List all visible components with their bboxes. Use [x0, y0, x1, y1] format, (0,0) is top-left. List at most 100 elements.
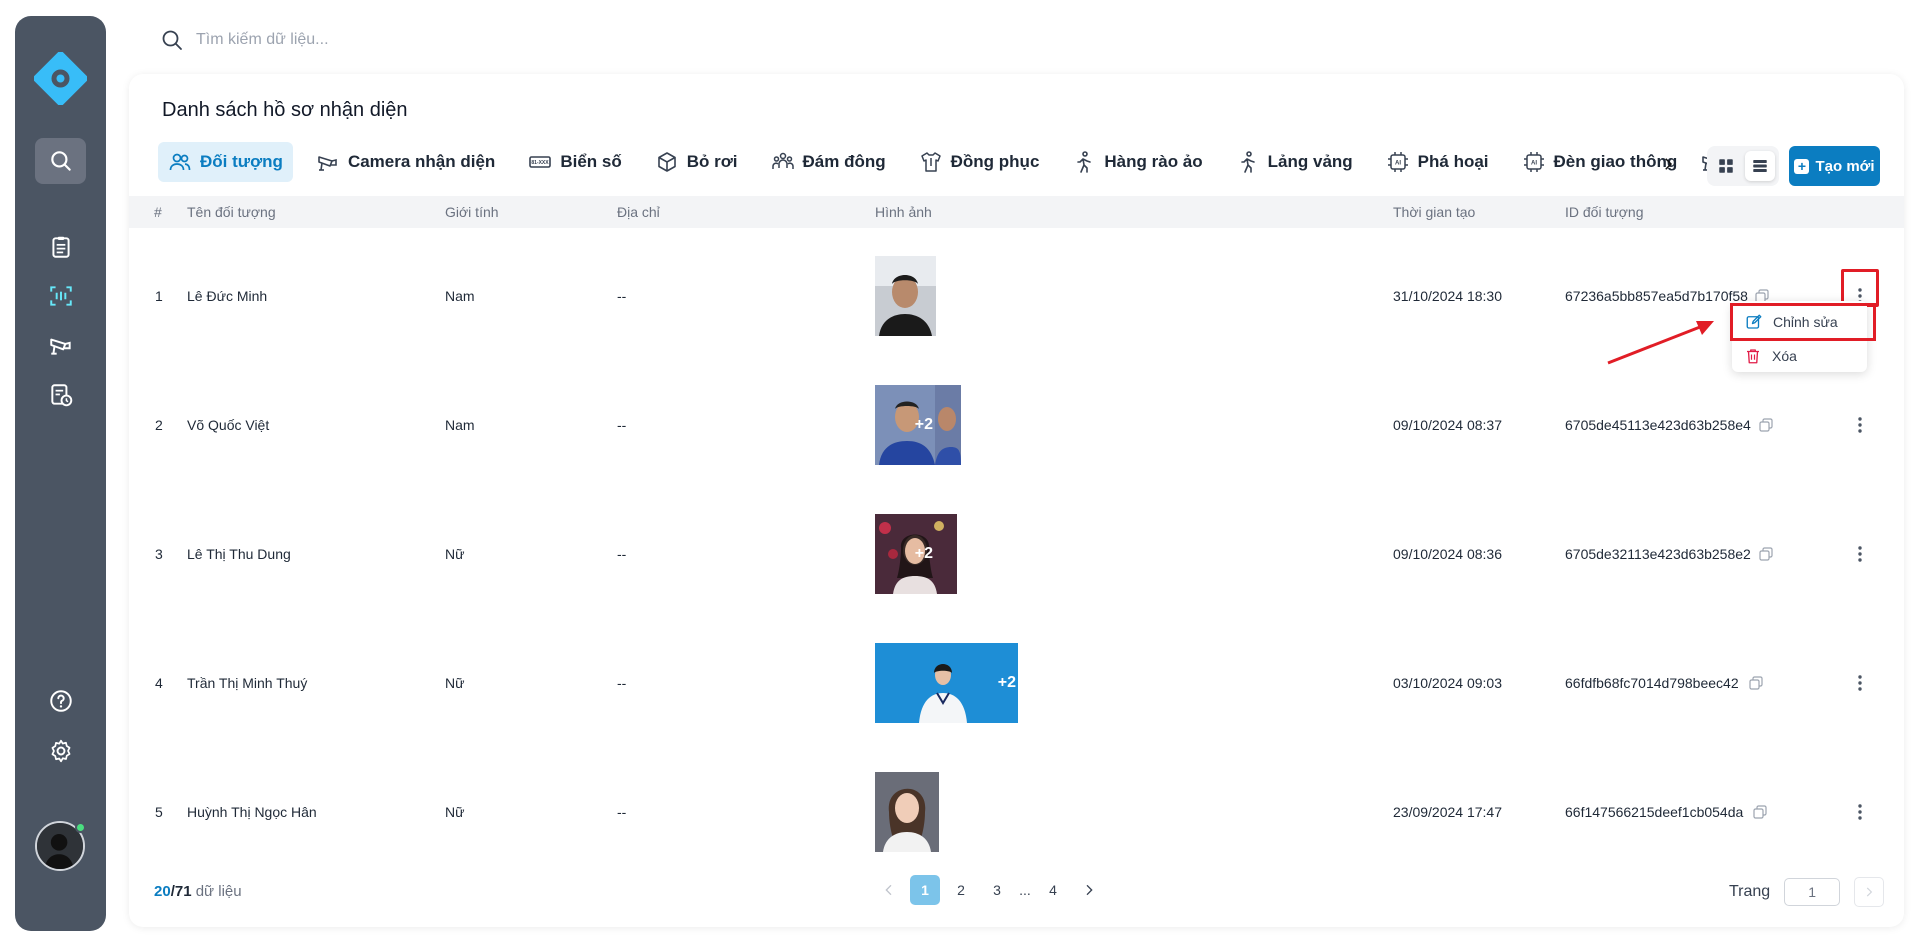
trash-icon: [1747, 349, 1759, 364]
face-scan-icon: [49, 286, 72, 306]
edit-label: Chỉnh sửa: [1773, 314, 1838, 330]
row-images[interactable]: +2: [875, 385, 961, 465]
tab-camera-recognition[interactable]: Camera nhận diện: [306, 142, 505, 182]
row-name: Huỳnh Thị Ngọc Hân: [187, 804, 317, 820]
page-jump: Trang: [1729, 877, 1885, 907]
row-actions-button[interactable]: [1846, 798, 1874, 826]
copy-icon[interactable]: [1753, 805, 1767, 819]
row-images[interactable]: [875, 772, 939, 852]
row-created: 09/10/2024 08:36: [1393, 546, 1502, 562]
header-id[interactable]: ID đối tượng: [1565, 204, 1643, 220]
row-actions-menu: Chỉnh sửa Xóa: [1730, 301, 1876, 372]
search-nav-button[interactable]: [35, 138, 86, 184]
grid-view-button[interactable]: [1711, 151, 1741, 181]
tab-vandalism[interactable]: AI Phá hoại: [1376, 142, 1499, 182]
header-name[interactable]: Tên đối tượng: [187, 204, 276, 220]
row-actions-button[interactable]: [1846, 411, 1874, 439]
tab-abandoned[interactable]: Bỏ rơi: [645, 142, 748, 182]
header-created[interactable]: Thời gian tạo: [1393, 204, 1475, 220]
list-view-button[interactable]: [1745, 151, 1775, 181]
table-row[interactable]: 5 Huỳnh Thị Ngọc Hân Nữ -- 23/09/2024 17…: [129, 748, 1904, 876]
header-image: Hình ảnh: [875, 204, 932, 220]
annotation-arrow: [1607, 321, 1714, 365]
shown-count: 20: [154, 883, 171, 900]
row-gender: Nữ: [445, 675, 465, 691]
row-images[interactable]: +2: [875, 643, 1018, 723]
row-created: 03/10/2024 09:03: [1393, 675, 1502, 691]
settings-nav-button[interactable]: [35, 728, 86, 774]
chevron-right-icon: [1867, 887, 1873, 897]
tab-virtual-fence[interactable]: Hàng rào ảo: [1062, 142, 1212, 182]
row-actions-button[interactable]: [1846, 669, 1874, 697]
row-name: Lê Đức Minh: [187, 288, 268, 304]
prev-page-button[interactable]: [874, 875, 904, 905]
header-index: #: [154, 204, 162, 220]
chevron-right-icon: [1086, 884, 1093, 896]
page-button-3[interactable]: 3: [982, 875, 1012, 905]
tabs-scroll-right-button[interactable]: [1656, 152, 1680, 176]
search-input[interactable]: [196, 31, 596, 49]
tab-label: Biển số: [560, 152, 622, 171]
row-index: 5: [155, 804, 163, 820]
more-images-count: +2: [997, 674, 1016, 691]
edit-menu-item[interactable]: Chỉnh sửa: [1730, 303, 1876, 341]
ai-chip-icon: AI: [1523, 152, 1544, 172]
row-created: 09/10/2024 08:37: [1393, 417, 1502, 433]
goto-page-input[interactable]: [1784, 878, 1841, 906]
page-title: Danh sách hồ sơ nhận diện: [162, 99, 408, 121]
row-actions-button[interactable]: [1846, 540, 1874, 568]
table-row[interactable]: 3 Lê Thị Thu Dung Nữ -- +2 09/10/2024 08…: [129, 490, 1904, 618]
goto-label: Trang: [1729, 883, 1771, 900]
table-row[interactable]: 4 Trần Thị Minh Thuý Nữ -- +2 03/10/2024…: [129, 619, 1904, 747]
chevron-left-icon: [885, 884, 892, 896]
list-nav-button[interactable]: [35, 224, 86, 270]
page-button-4[interactable]: 4: [1038, 875, 1068, 905]
row-images[interactable]: [875, 256, 936, 336]
tab-label: Lảng vảng: [1267, 152, 1353, 171]
uniform-icon: [920, 152, 941, 172]
recognition-nav-button[interactable]: [35, 273, 86, 319]
tab-license-plate[interactable]: 81-XXX Biển số: [518, 142, 631, 182]
tab-label: Camera nhận diện: [347, 152, 496, 171]
help-circle-icon: [49, 690, 72, 712]
app-logo[interactable]: [33, 51, 88, 106]
tab-uniform[interactable]: Đồng phục: [909, 142, 1050, 182]
next-page-button[interactable]: [1074, 875, 1104, 905]
tab-loitering[interactable]: Lảng vảng: [1226, 142, 1363, 182]
header-address[interactable]: Địa chỉ: [617, 204, 660, 220]
tab-label: Bỏ rơi: [686, 152, 738, 171]
row-address: --: [617, 546, 627, 562]
copy-icon[interactable]: [1759, 418, 1773, 432]
page-button-1[interactable]: 1: [910, 875, 940, 905]
header-gender[interactable]: Giới tính: [445, 204, 499, 220]
row-gender: Nam: [445, 288, 475, 304]
create-new-button[interactable]: + Tạo mới: [1789, 146, 1880, 186]
svg-text:81-XXX: 81-XXX: [532, 160, 550, 166]
row-id: 6705de32113e423d63b258e2: [1565, 546, 1751, 562]
page-button-2[interactable]: 2: [946, 875, 976, 905]
kebab-menu-icon: [1858, 417, 1862, 433]
help-nav-button[interactable]: [35, 678, 86, 724]
tab-crowd[interactable]: Đám đông: [761, 142, 896, 182]
grid-icon: [1719, 159, 1733, 173]
users-icon: [169, 153, 191, 171]
camera-nav-button[interactable]: [35, 322, 86, 368]
report-clock-icon: [50, 384, 72, 407]
kebab-menu-icon: [1858, 804, 1862, 820]
tab-objects[interactable]: Đối tượng: [158, 142, 293, 182]
row-images[interactable]: +2: [875, 514, 957, 594]
face-photo: +2: [875, 514, 957, 594]
tab-label: Đồng phục: [950, 152, 1040, 171]
row-created: 23/09/2024 17:47: [1393, 804, 1502, 820]
report-nav-button[interactable]: [35, 372, 86, 418]
category-tabs: Đối tượng Camera nhận diện 81-XXX Biển s…: [158, 142, 1726, 182]
table-row[interactable]: 2 Võ Quốc Việt Nam -- +2 09/10/2024 08:3…: [129, 361, 1904, 489]
person-walk-icon: [1077, 151, 1092, 173]
copy-icon[interactable]: [1749, 676, 1763, 690]
row-gender: Nữ: [445, 546, 465, 562]
row-gender: Nam: [445, 417, 475, 433]
delete-menu-item[interactable]: Xóa: [1732, 340, 1867, 372]
svg-text:AI: AI: [1395, 161, 1401, 167]
goto-page-button[interactable]: [1854, 877, 1885, 907]
copy-icon[interactable]: [1759, 547, 1773, 561]
